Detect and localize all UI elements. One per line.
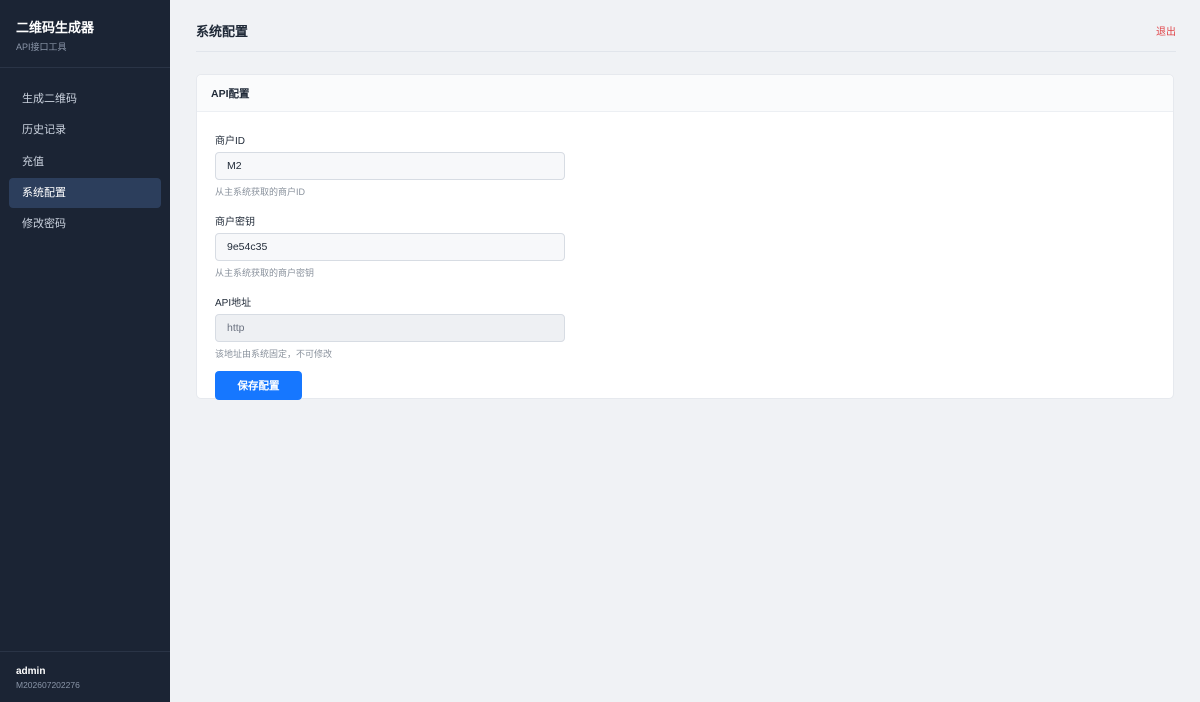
sidebar-item-change-password[interactable]: 修改密码 xyxy=(9,209,161,239)
sidebar-nav: 生成二维码 历史记录 充值 系统配置 修改密码 xyxy=(0,68,170,239)
sidebar-item-system-config[interactable]: 系统配置 xyxy=(9,177,161,208)
brand: 二维码生成器 API接口工具 xyxy=(0,0,170,68)
merchant-key-input[interactable] xyxy=(215,233,565,261)
config-form: 商户ID 从主系统获取的商户ID 商户密钥 从主系统获取的商户密钥 API地址 … xyxy=(197,112,1173,400)
merchant-id-hint: 从主系统获取的商户ID xyxy=(215,187,306,197)
merchant-key-hint: 从主系统获取的商户密钥 xyxy=(215,268,315,278)
sidebar-item-generate-qrcode[interactable]: 生成二维码 xyxy=(9,84,161,114)
card-title: API配置 xyxy=(197,75,1173,112)
api-url-input xyxy=(215,314,565,342)
user-info: admin M202607202276 xyxy=(0,651,170,702)
user-name: admin xyxy=(16,666,46,677)
page-title: 系统配置 xyxy=(196,24,249,39)
sidebar-item-recharge[interactable]: 充值 xyxy=(9,147,161,177)
sidebar: 二维码生成器 API接口工具 生成二维码 历史记录 充值 系统配置 修改密码 a… xyxy=(0,0,170,702)
merchant-key-label: 商户密钥 xyxy=(215,217,255,228)
merchant-id-input[interactable] xyxy=(215,152,565,180)
sidebar-item-history[interactable]: 历史记录 xyxy=(9,115,161,145)
user-id: M202607202276 xyxy=(16,680,80,690)
merchant-id-label: 商户ID xyxy=(215,136,245,147)
app-subtitle: API接口工具 xyxy=(16,42,67,52)
top-bar: 系统配置 退出 xyxy=(196,0,1176,52)
api-url-label: API地址 xyxy=(215,298,252,309)
merchant-id-field: 商户ID 从主系统获取的商户ID xyxy=(215,132,1173,198)
app-title: 二维码生成器 xyxy=(16,20,95,35)
logout-link[interactable]: 退出 xyxy=(1156,23,1176,38)
merchant-key-field: 商户密钥 从主系统获取的商户密钥 xyxy=(215,213,1173,279)
api-url-field: API地址 该地址由系统固定，不可修改 xyxy=(215,294,1173,360)
api-url-hint: 该地址由系统固定，不可修改 xyxy=(215,349,333,359)
main-content: 系统配置 退出 API配置 商户ID 从主系统获取的商户ID 商户密钥 从主系统… xyxy=(170,0,1200,702)
save-config-button[interactable]: 保存配置 xyxy=(215,371,302,400)
api-config-card: API配置 商户ID 从主系统获取的商户ID 商户密钥 从主系统获取的商户密钥 … xyxy=(196,74,1174,400)
